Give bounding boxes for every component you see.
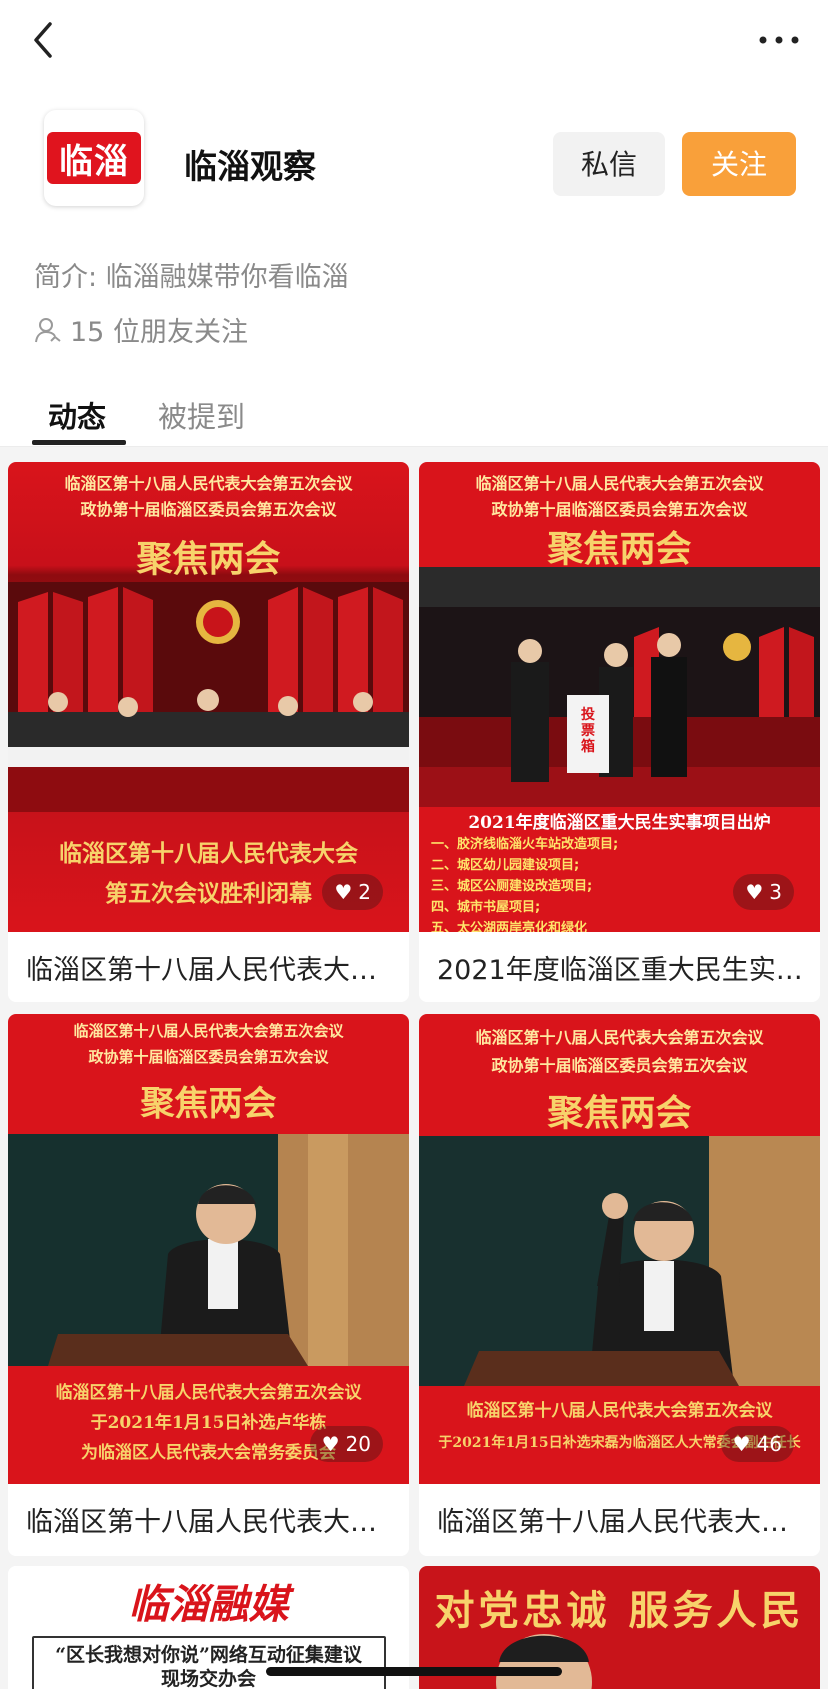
image-bottom-list: 一、胶济线临淄火车站改造项目; 二、城区幼儿园建设项目; 三、城区公厕建设改造项…: [431, 834, 618, 932]
heart-icon: ♥: [334, 880, 353, 904]
like-badge[interactable]: ♥ 20: [309, 1426, 383, 1462]
post-caption: 临淄区第十八届人民代表大会第五次会议胜利闭幕: [26, 955, 396, 986]
image-banner: 聚焦两会: [547, 528, 692, 570]
like-badge[interactable]: ♥ 2: [322, 874, 383, 910]
back-icon[interactable]: [24, 18, 64, 62]
post-image: 临淄区第十八届人民代表大会第五次会议 政协第十届临淄区委员会第五次会议 聚焦两会…: [8, 462, 409, 932]
speaker-scene: [8, 1134, 409, 1366]
voting-scene: [419, 567, 820, 807]
image-header-line: 临淄区第十八届人民代表大会第五次会议: [64, 474, 353, 493]
list-item: 三、城区公厕建设改造项目;: [431, 879, 593, 894]
tab-bar: 动态 被提到: [0, 390, 828, 447]
post-card[interactable]: 临淄区第十八届人民代表大会第五次会议 政协第十届临淄区委员会第五次会议 聚焦两会…: [8, 462, 409, 1002]
like-badge[interactable]: ♥ 3: [733, 874, 794, 910]
person-icon: [35, 317, 61, 342]
image-bottom-line: 临淄区第十八届人民代表大会第五次会议: [55, 1383, 362, 1403]
list-item: 一、胶济线临淄火车站改造项目;: [431, 837, 619, 852]
account-name: 临淄观察: [184, 147, 316, 186]
post-card[interactable]: 临淄区第十八届人民代表大会第五次会议 政协第十届临淄区委员会第五次会议 聚焦两会…: [419, 1014, 820, 1556]
image-line: “区长我想对你说”网络互动征集建议: [55, 1644, 362, 1666]
list-item: 四、城市书屋项目;: [431, 900, 541, 915]
list-item: 二、城区幼儿园建设项目;: [431, 858, 580, 873]
friends-text: 15 位朋友关注: [70, 317, 248, 348]
image-header-line: 临淄区第十八届人民代表大会第五次会议: [73, 1022, 344, 1040]
like-count: 20: [345, 1432, 371, 1456]
image-header-line: 临淄区第十八届人民代表大会第五次会议: [475, 474, 764, 493]
post-card[interactable]: 临淄区第十八届人民代表大会第五次会议 政协第十届临淄区委员会第五次会议 聚焦两会…: [419, 462, 820, 1002]
tab-mentions[interactable]: 被提到: [158, 394, 245, 436]
like-count: 3: [769, 880, 782, 904]
follow-button[interactable]: 关注: [682, 132, 796, 196]
home-indicator: [266, 1667, 562, 1676]
image-bottom-title: 2021年度临淄区重大民生实事项目出炉: [468, 813, 771, 833]
post-image: 临淄区第十八届人民代表大会第五次会议 政协第十届临淄区委员会第五次会议 聚焦两会…: [419, 462, 820, 932]
top-bar: [0, 0, 828, 80]
image-header-line: 临淄区第十八届人民代表大会第五次会议: [475, 1028, 764, 1047]
list-item: 五、太公湖两岸亮化和绿化: [431, 921, 588, 932]
tab-active-indicator: [32, 440, 126, 445]
avatar-logo: 临淄: [47, 132, 141, 184]
portrait: [496, 1634, 592, 1689]
speaker-scene: [419, 1136, 820, 1386]
image-header-line: 政协第十届临淄区委员会第五次会议: [491, 1056, 748, 1075]
avatar[interactable]: 临淄: [44, 110, 144, 206]
image-bottom-line: 临淄区第十八届人民代表大会: [59, 840, 358, 867]
image-bottom-line: 临淄区第十八届人民代表大会第五次会议: [466, 1401, 773, 1421]
image-banner: 聚焦两会: [547, 1092, 692, 1134]
ballot-box-label: 投票箱: [581, 707, 595, 755]
account-intro: 简介: 临淄融媒带你看临淄: [34, 262, 349, 293]
post-caption: 2021年度临淄区重大民生实事项目出炉: [437, 955, 807, 986]
heart-icon: ♥: [745, 880, 764, 904]
post-image: 临淄区第十八届人民代表大会第五次会议 政协第十届临淄区委员会第五次会议 聚焦两会…: [8, 1014, 409, 1484]
post-caption: 临淄区第十八届人民代表大会第五次会议补选宋磊: [437, 1507, 807, 1538]
like-count: 46: [756, 1432, 782, 1456]
post-image: 临淄区第十八届人民代表大会第五次会议 政协第十届临淄区委员会第五次会议 聚焦两会…: [419, 1014, 820, 1484]
message-button[interactable]: 私信: [553, 132, 665, 196]
image-header-line: 政协第十届临淄区委员会第五次会议: [80, 500, 337, 519]
heart-icon: ♥: [732, 1432, 751, 1456]
image-logo-text: 临淄融媒: [128, 1581, 289, 1628]
more-icon[interactable]: [756, 28, 802, 52]
image-banner: 聚焦两会: [140, 1084, 277, 1124]
post-card[interactable]: 临淄区第十八届人民代表大会第五次会议 政协第十届临淄区委员会第五次会议 聚焦两会…: [8, 1014, 409, 1556]
like-count: 2: [358, 880, 371, 904]
image-header-line: 政协第十届临淄区委员会第五次会议: [491, 500, 748, 519]
conference-scene: [8, 582, 409, 812]
post-caption: 临淄区第十八届人民代表大会第五次会议补选卢华栋: [26, 1507, 396, 1538]
tab-feed[interactable]: 动态: [48, 394, 106, 436]
image-header-line: 政协第十届临淄区委员会第五次会议: [88, 1048, 329, 1066]
profile-header: 临淄 临淄观察 私信 关注: [0, 110, 828, 220]
image-banner: 聚焦两会: [136, 538, 281, 580]
heart-icon: ♥: [321, 1432, 340, 1456]
like-badge[interactable]: ♥ 46: [720, 1426, 794, 1462]
friends-following[interactable]: 15 位朋友关注: [34, 310, 248, 349]
